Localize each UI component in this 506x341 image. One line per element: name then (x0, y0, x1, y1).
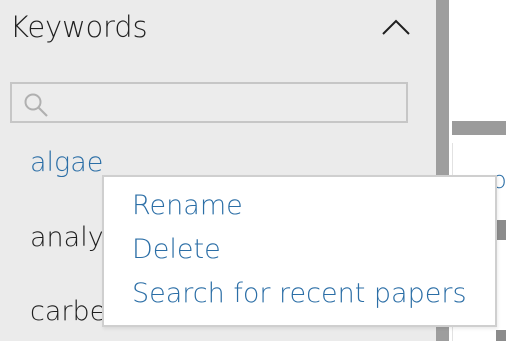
keyword-item-algae[interactable]: algae (30, 147, 103, 178)
keyword-item-analy[interactable]: analy (30, 222, 104, 253)
menu-item-search-recent-papers[interactable]: Search for recent papers (132, 278, 467, 309)
keyword-item-carbe[interactable]: carbe (30, 296, 106, 327)
app-window: Keywords algae analy carbe o Rename Dele… (0, 0, 506, 341)
context-menu: Rename Delete Search for recent papers (102, 175, 497, 327)
right-toolbar-strip (452, 121, 506, 135)
right-scroll-thumb (496, 220, 506, 240)
right-scroll-thumb-lower (496, 330, 506, 341)
menu-item-rename[interactable]: Rename (132, 190, 243, 221)
search-field[interactable] (10, 82, 408, 123)
menu-item-delete[interactable]: Delete (132, 234, 221, 265)
panel-title: Keywords (10, 10, 148, 44)
search-input[interactable] (54, 88, 398, 120)
chevron-up-icon (382, 19, 410, 35)
collapse-button[interactable] (377, 10, 417, 46)
search-icon (24, 93, 48, 117)
